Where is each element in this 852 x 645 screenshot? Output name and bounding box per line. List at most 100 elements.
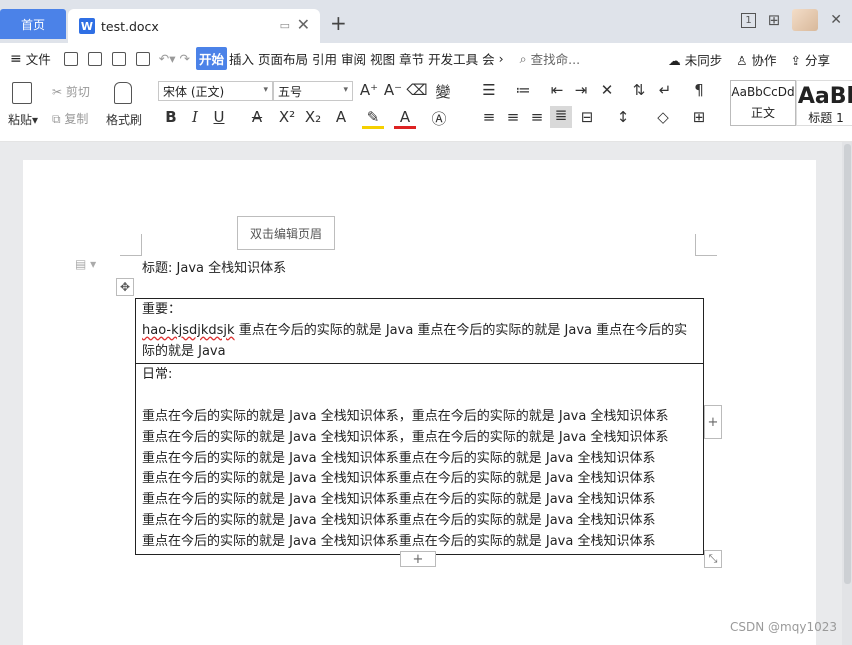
tab-5[interactable]: 视图 (368, 47, 397, 70)
align-right-icon[interactable]: ≡ (526, 108, 548, 126)
show-marks-icon[interactable]: ↵ (654, 81, 676, 99)
decrease-indent-icon[interactable]: ⇤ (546, 81, 568, 99)
scissors-icon: ✂ (52, 85, 63, 99)
phonetic-icon[interactable]: 變 (432, 81, 454, 102)
table-cell-important[interactable]: 重要： hao-kjsdjkdsjk 重点在今后的实际的就是 Java 重点在今… (135, 297, 704, 365)
layout-icon[interactable]: 1 (741, 12, 756, 28)
tab-8[interactable]: 会 (480, 47, 497, 70)
save-icon[interactable] (63, 51, 78, 66)
shrink-font-icon[interactable]: A⁻ (382, 81, 404, 99)
collab-button[interactable]: ♙ 协作 (736, 50, 776, 69)
sort-icon[interactable]: ⇅ (628, 81, 650, 99)
vertical-scrollbar[interactable] (842, 142, 852, 645)
grid-icon[interactable]: ⊞ (768, 11, 781, 29)
align-left-icon[interactable]: ≡ (478, 108, 500, 126)
pin-icon[interactable]: ▭ (280, 19, 290, 32)
document-area: 双击编辑页眉 ▤ ▾ 标题: Java 全栈知识体系 ✥ 重要： hao-kjs… (0, 142, 852, 645)
new-tab-button[interactable]: + (330, 11, 347, 35)
increase-indent-icon[interactable]: ⇥ (570, 81, 592, 99)
paste-button[interactable] (12, 82, 32, 107)
chinese-layout-icon[interactable]: ✕ (596, 81, 618, 99)
redo-icon[interactable]: ↷ (180, 51, 190, 66)
tab-1[interactable]: 插入 (227, 47, 256, 70)
subscript-icon[interactable]: X₂ (302, 108, 324, 126)
margin-corner-left (120, 234, 142, 256)
table-move-handle[interactable]: ✥ (116, 278, 134, 296)
home-tab[interactable]: 首页 (0, 9, 66, 39)
grow-font-icon[interactable]: A⁺ (358, 81, 380, 99)
style-normal[interactable]: AaBbCcDd 正文 (730, 80, 796, 126)
font-size-select[interactable]: 五号 ▾ (273, 81, 353, 101)
paragraph-menu-icon[interactable]: ▤ ▾ (75, 257, 96, 271)
share-button[interactable]: ⇪ 分享 (791, 50, 830, 69)
important-label: 重要： (142, 302, 182, 317)
edit-header-button[interactable]: 双击编辑页眉 (237, 216, 335, 250)
bullet-list-icon[interactable]: ☰ (478, 81, 500, 99)
tab-3[interactable]: 引用 (310, 47, 339, 70)
command-search[interactable]: ⌕ 查找命... (520, 49, 580, 68)
char-border-icon[interactable]: Ⓐ (428, 108, 450, 129)
menu-bar: ≡ 文件 ↶▾ ↷ 开始 插入 页面布局 引用 审阅 视图 章节 开发工具会 › ⌕ 查找命.… (0, 43, 852, 74)
copy-button[interactable]: ⧉ 复制 (52, 110, 88, 127)
para-mark-icon[interactable]: ¶ (688, 81, 710, 99)
clear-format-icon[interactable]: ⌫ (406, 81, 428, 99)
file-menu[interactable]: ≡ 文件 (10, 49, 51, 68)
text-effect-icon[interactable]: A (330, 108, 352, 126)
cut-button[interactable]: ✂ 剪切 (52, 83, 90, 100)
paste-text: 粘贴 (8, 113, 33, 127)
document-page[interactable]: 双击编辑页眉 ▤ ▾ 标题: Java 全栈知识体系 ✥ 重要： hao-kjs… (23, 160, 816, 645)
format-painter-icon[interactable] (114, 82, 132, 107)
shading-icon[interactable]: ◇ (652, 108, 674, 126)
table-resize-icon[interactable]: ⤡ (704, 550, 722, 568)
format-painter-button[interactable]: 格式刷 (106, 111, 142, 128)
paste-label[interactable]: 粘贴▾ (8, 111, 38, 128)
numbered-list-icon[interactable]: ≔ (512, 81, 534, 99)
borders-icon[interactable]: ⊞ (688, 108, 710, 126)
hamburger-icon: ≡ (10, 50, 22, 67)
distribute-icon[interactable]: ⊟ (576, 108, 598, 126)
wps-writer-icon: W (79, 18, 95, 34)
style-heading-1[interactable]: AaBl 标题 1 (796, 80, 852, 126)
export-icon[interactable] (87, 51, 102, 66)
highlight-icon[interactable]: ✎ (362, 108, 384, 129)
tab-6[interactable]: 章节 (397, 47, 426, 70)
superscript-icon[interactable]: X² (276, 108, 298, 126)
more-tabs-icon[interactable]: › (499, 51, 504, 66)
avatar[interactable] (792, 9, 819, 31)
tab-2[interactable]: 页面布局 (256, 47, 310, 70)
tab-4[interactable]: 审阅 (339, 47, 368, 70)
font-name-select[interactable]: 宋体 (正文) ▾ (158, 81, 273, 101)
justify-icon[interactable]: ≣ (550, 106, 572, 128)
print-preview-icon[interactable] (135, 51, 150, 66)
font-color-icon[interactable]: A (394, 108, 416, 129)
style-gallery: AaBbCcDd 正文 AaBl 标题 1 (730, 80, 852, 126)
file-menu-label: 文件 (25, 52, 51, 67)
scrollbar-thumb[interactable] (844, 144, 851, 584)
italic-button[interactable]: I (184, 108, 206, 126)
strikethrough-icon[interactable]: A (246, 108, 268, 126)
ribbon-tabs: 开始 插入 页面布局 引用 审阅 视图 章节 开发工具会 (195, 47, 497, 70)
table-cell-daily[interactable]: 日常: 重点在今后的实际的就是 Java 全栈知识体系，重点在今后的实际的就是 … (135, 363, 704, 555)
bold-button[interactable]: B (160, 108, 182, 126)
add-row-button[interactable]: + (400, 551, 436, 567)
align-center-icon[interactable]: ≡ (502, 108, 524, 126)
document-tab-title: test.docx (101, 18, 159, 34)
line-spacing-icon[interactable]: ↕ (612, 108, 634, 126)
underline-button[interactable]: U (208, 108, 230, 126)
watermark: CSDN @mqy1023 (730, 620, 837, 634)
close-window-icon[interactable]: ✕ (830, 12, 842, 28)
cut-label: 剪切 (65, 85, 90, 99)
close-tab-icon[interactable]: ✕ (297, 15, 310, 34)
undo-icon[interactable]: ↶▾ (159, 51, 176, 66)
share-icon: ⇪ (790, 53, 801, 68)
add-column-button[interactable]: + (704, 405, 722, 439)
daily-line: 重点在今后的实际的就是 Java 全栈知识体系，重点在今后的实际的就是 Java… (142, 408, 669, 424)
user-icon: ♙ (736, 53, 748, 68)
sync-button[interactable]: ☁ 未同步 (668, 50, 722, 69)
style-heading-name: 标题 1 (808, 111, 844, 125)
document-tab[interactable]: W test.docx ▭ ✕ (68, 9, 320, 43)
print-icon[interactable] (111, 51, 126, 66)
tab-7[interactable]: 开发工具 (426, 47, 480, 70)
font-name-value: 宋体 (正文) (163, 84, 225, 99)
tab-0[interactable]: 开始 (195, 47, 227, 70)
